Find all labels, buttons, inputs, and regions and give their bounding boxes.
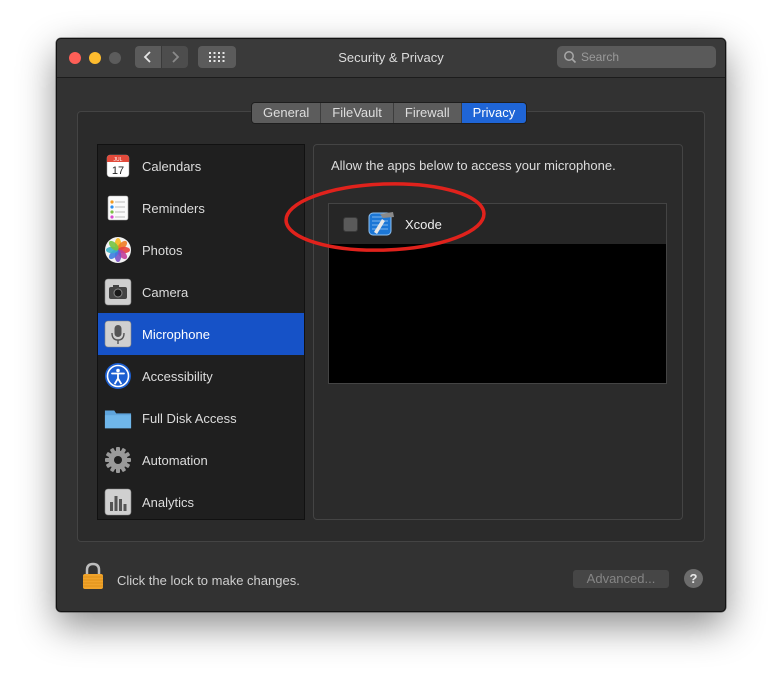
calendar-month: JUL — [114, 157, 123, 163]
sidebar-item-label: Microphone — [142, 326, 210, 342]
analytics-icon — [104, 488, 132, 516]
sidebar-item-full-disk-access[interactable]: Full Disk Access — [98, 397, 304, 439]
sidebar-item-label: Reminders — [142, 200, 205, 216]
sidebar-item-photos[interactable]: Photos — [98, 229, 304, 271]
sidebar-item-label: Calendars — [142, 158, 202, 174]
lock-icon[interactable] — [82, 562, 104, 595]
microphone-description: Allow the apps below to access your micr… — [331, 158, 616, 173]
photos-icon — [104, 236, 132, 264]
sidebar-item-calendars[interactable]: JUL 17 Calendars — [98, 145, 304, 187]
preferences-window: Security & Privacy Search General FileVa… — [56, 38, 726, 612]
camera-icon — [104, 278, 132, 306]
sidebar-item-label: Full Disk Access — [142, 410, 237, 426]
gear-icon — [104, 446, 132, 474]
search-icon — [563, 49, 579, 65]
accessibility-icon — [104, 362, 132, 390]
sidebar-item-accessibility[interactable]: Accessibility — [98, 355, 304, 397]
calendar-day: 17 — [112, 165, 124, 177]
sidebar-item-label: Camera — [142, 284, 189, 300]
sidebar-item-camera[interactable]: Camera — [98, 271, 304, 313]
sidebar-item-label: Photos — [142, 242, 183, 258]
tab-filevault[interactable]: FileVault — [321, 103, 394, 123]
reminders-icon — [104, 194, 132, 222]
tab-bar: General FileVault Firewall Privacy — [251, 102, 528, 124]
privacy-category-list: JUL 17 Calendars Reminders Photos Camera… — [97, 144, 305, 520]
search-placeholder: Search — [581, 50, 620, 64]
calendar-icon: JUL 17 — [104, 152, 132, 180]
sidebar-item-label: Accessibility — [142, 368, 213, 384]
xcode-checkbox[interactable] — [343, 216, 358, 232]
sidebar-item-microphone[interactable]: Microphone — [98, 313, 304, 355]
app-name: Xcode — [405, 216, 442, 232]
sidebar-item-analytics[interactable]: Analytics — [98, 481, 304, 523]
app-list: Xcode — [328, 203, 667, 384]
microphone-icon — [104, 320, 132, 348]
tab-general[interactable]: General — [252, 103, 322, 123]
sidebar-item-label: Analytics — [142, 494, 195, 510]
sidebar-item-reminders[interactable]: Reminders — [98, 187, 304, 229]
help-button[interactable]: ? — [684, 569, 703, 588]
xcode-icon — [366, 209, 396, 239]
tab-firewall[interactable]: Firewall — [393, 103, 462, 123]
sidebar-item-label: Automation — [142, 452, 208, 468]
title-bar: Security & Privacy Search — [57, 39, 725, 78]
sidebar-item-automation[interactable]: Automation — [98, 439, 304, 481]
advanced-button[interactable]: Advanced... — [573, 570, 669, 588]
lock-status-text: Click the lock to make changes. — [117, 573, 300, 588]
search-field[interactable]: Search — [557, 46, 716, 68]
folder-icon — [104, 404, 132, 432]
tab-privacy[interactable]: Privacy — [461, 103, 527, 123]
list-item-xcode[interactable]: Xcode — [329, 204, 666, 244]
